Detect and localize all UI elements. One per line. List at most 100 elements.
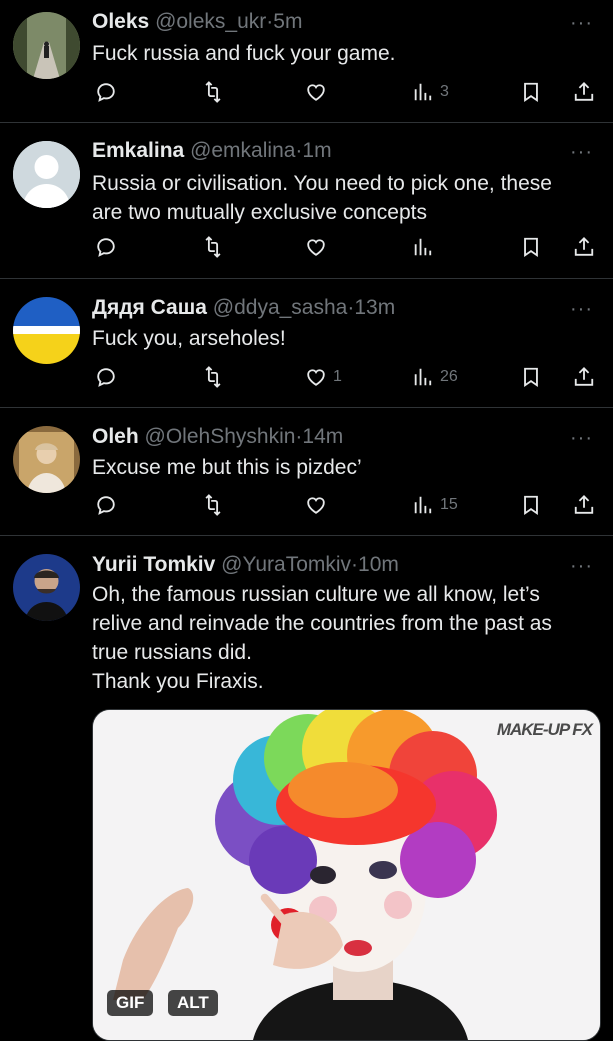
tweet-text: Russia or civilisation. You need to pick… — [92, 169, 597, 227]
tweet-text-line: Thank you Firaxis. — [92, 670, 264, 693]
share-button[interactable] — [573, 77, 595, 107]
avatar[interactable] — [13, 141, 80, 208]
alt-button[interactable]: ALT — [168, 990, 218, 1016]
like-button[interactable]: 1 — [305, 362, 342, 392]
bookmark-button[interactable] — [520, 362, 542, 392]
like-button[interactable] — [305, 490, 333, 520]
more-options-icon[interactable]: ··· — [570, 556, 593, 576]
avatar[interactable] — [13, 426, 80, 493]
bookmark-icon — [524, 495, 538, 515]
display-name[interactable]: Oleks — [92, 10, 149, 33]
tweet[interactable]: Дядя Саша @ddya_sasha·13m ··· Fuck you, … — [0, 279, 613, 408]
like-count: 1 — [333, 368, 342, 385]
tweet[interactable]: Emkalina @emkalina·1m ··· Russia or civi… — [0, 123, 613, 279]
share-icon — [574, 494, 594, 514]
share-button[interactable] — [573, 232, 595, 262]
reply-button[interactable] — [95, 362, 117, 392]
share-button[interactable] — [573, 490, 595, 520]
retweet-button[interactable] — [202, 77, 224, 107]
timestamp[interactable]: 13m — [354, 296, 395, 319]
display-name[interactable]: Yurii Tomkiv — [92, 553, 215, 576]
view-count: 3 — [440, 83, 449, 100]
reply-icon — [97, 496, 115, 515]
ukraine-flag-icon — [13, 297, 80, 364]
tweet-text-line: Excuse me but this is pizdec’ — [92, 456, 362, 479]
views-button[interactable]: 3 — [412, 77, 449, 107]
share-button[interactable] — [573, 362, 595, 392]
retweet-icon — [205, 236, 221, 258]
views-button[interactable]: 26 — [412, 362, 458, 392]
action-bar: 1 26 — [92, 362, 597, 392]
views-chart-icon — [414, 83, 432, 101]
person-portrait-icon — [13, 554, 80, 621]
tweet-text: Fuck russia and fuck your game. — [92, 39, 597, 68]
forest-road-photo-icon — [13, 12, 80, 79]
user-handle[interactable]: @OlehShyshkin — [145, 425, 296, 448]
tweet-header: Дядя Саша @ddya_sasha·13m — [92, 295, 395, 321]
view-count: 26 — [440, 368, 458, 385]
display-name[interactable]: Дядя Саша — [92, 296, 207, 319]
views-button[interactable] — [412, 232, 440, 262]
more-options-icon[interactable]: ··· — [570, 299, 593, 319]
heart-icon — [307, 84, 325, 101]
watermark: MAKE-UP FX — [496, 720, 593, 739]
user-handle[interactable]: @oleks_ukr — [155, 10, 266, 33]
timestamp[interactable]: 5m — [273, 10, 302, 33]
avatar[interactable] — [13, 12, 80, 79]
tweet-text-line: Fuck you, arseholes! — [92, 327, 286, 350]
more-options-icon[interactable]: ··· — [570, 142, 593, 162]
tweet-text: Excuse me but this is pizdec’ — [92, 453, 597, 482]
like-button[interactable] — [305, 232, 333, 262]
share-icon — [574, 366, 594, 386]
views-chart-icon — [414, 368, 432, 386]
retweet-button[interactable] — [202, 232, 224, 262]
tweet-header: Oleks @oleks_ukr·5m — [92, 9, 302, 35]
tweet[interactable]: Oleh @OlehShyshkin·14m ··· Excuse me but… — [0, 408, 613, 536]
bookmark-icon — [524, 82, 538, 102]
bookmark-button[interactable] — [520, 77, 542, 107]
more-options-icon[interactable]: ··· — [570, 428, 593, 448]
timestamp[interactable]: 1m — [302, 139, 331, 162]
reply-button[interactable] — [95, 77, 117, 107]
tweet-text-line: Russia or civilisation. You need to pick… — [92, 172, 552, 195]
timestamp[interactable]: 10m — [358, 553, 399, 576]
tweet[interactable]: Oleks @oleks_ukr·5m ··· Fuck russia and … — [0, 0, 613, 123]
reply-icon — [97, 238, 115, 257]
heart-icon — [307, 239, 325, 256]
tweet-text: Fuck you, arseholes! — [92, 324, 597, 353]
views-chart-icon — [414, 496, 432, 514]
tweet-text-line: are two mutually exclusive concepts — [92, 201, 427, 224]
tweet-text: Oh, the famous russian culture we all kn… — [92, 580, 597, 696]
bookmark-icon — [524, 367, 538, 387]
heart-icon — [307, 369, 325, 386]
reply-icon — [97, 368, 115, 387]
reply-icon — [97, 83, 115, 102]
retweet-icon — [205, 366, 221, 388]
display-name[interactable]: Emkalina — [92, 139, 184, 162]
retweet-button[interactable] — [202, 362, 224, 392]
retweet-icon — [205, 494, 221, 516]
action-bar: 15 — [92, 490, 597, 520]
user-handle[interactable]: @ddya_sasha — [213, 296, 348, 319]
tweet-text-line: Oh, the famous russian culture we all kn… — [92, 583, 540, 606]
display-name[interactable]: Oleh — [92, 425, 139, 448]
retweet-button[interactable] — [202, 490, 224, 520]
reply-button[interactable] — [95, 232, 117, 262]
user-handle[interactable]: @YuraTomkiv — [221, 553, 351, 576]
user-handle[interactable]: @emkalina — [190, 139, 295, 162]
gif-media[interactable]: MAKE-UP FX GIF ALT — [92, 709, 601, 1041]
bookmark-button[interactable] — [520, 232, 542, 262]
avatar[interactable] — [13, 554, 80, 621]
more-options-icon[interactable]: ··· — [570, 13, 593, 33]
action-bar: 3 — [92, 77, 597, 107]
timestamp[interactable]: 14m — [302, 425, 343, 448]
default-profile-silhouette-icon — [13, 141, 80, 208]
reply-button[interactable] — [95, 490, 117, 520]
views-button[interactable]: 15 — [412, 490, 458, 520]
action-bar — [92, 232, 597, 262]
tweet-text-line: true russians did. — [92, 641, 252, 664]
avatar[interactable] — [13, 297, 80, 364]
like-button[interactable] — [305, 77, 333, 107]
bookmark-button[interactable] — [520, 490, 542, 520]
tweet-header: Yurii Tomkiv @YuraTomkiv·10m — [92, 552, 399, 578]
